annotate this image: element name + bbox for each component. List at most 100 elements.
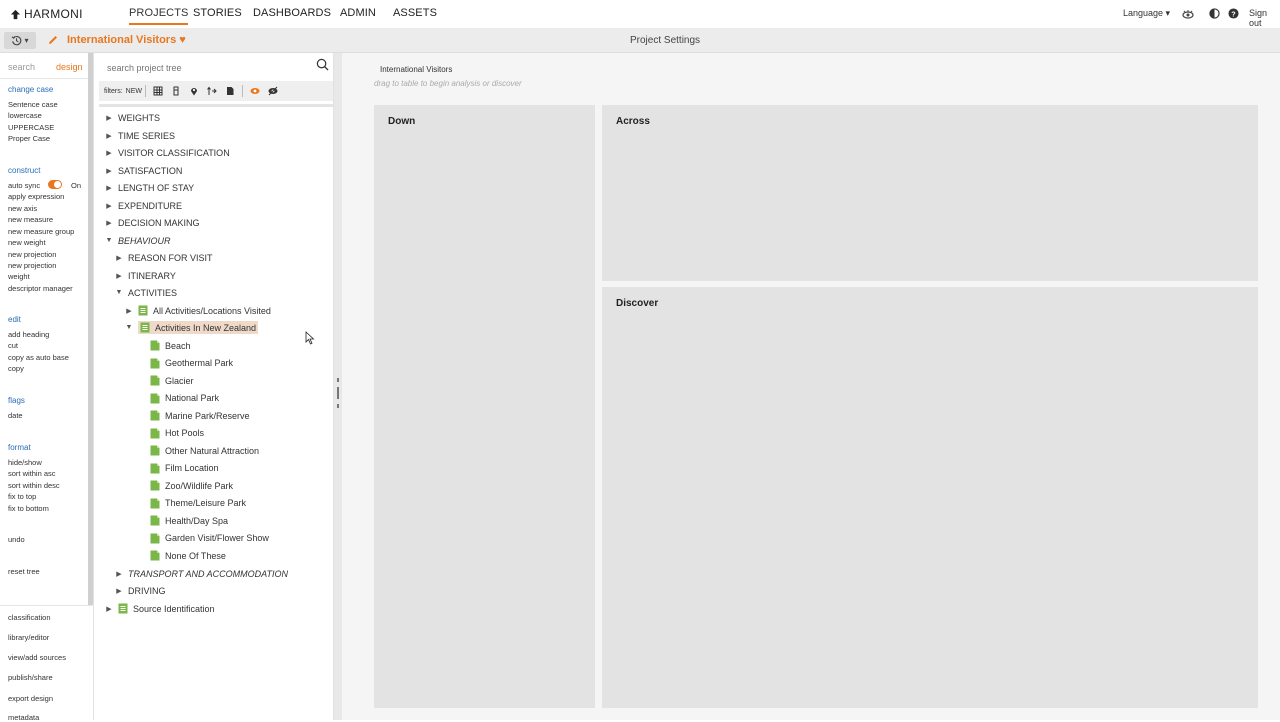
expand-icon[interactable]: ▶ <box>115 570 123 578</box>
expand-icon[interactable]: ▶ <box>125 307 133 315</box>
tree-node-source-identification[interactable]: ▶ Source Identification <box>105 600 215 617</box>
view-add-sources-link[interactable]: view/add sources <box>8 653 66 662</box>
new-projection-weight-action[interactable]: new projection <box>8 261 56 270</box>
nav-admin[interactable]: ADMIN <box>340 7 376 19</box>
tree-node-weights[interactable]: ▶ WEIGHTS <box>105 109 160 126</box>
expand-icon[interactable]: ▶ <box>105 184 113 192</box>
expand-icon[interactable]: ▶ <box>105 149 113 157</box>
nav-dashboards[interactable]: DASHBOARDS <box>253 7 331 19</box>
search-icon[interactable] <box>316 58 329 71</box>
map-pin-icon[interactable] <box>189 86 199 96</box>
metadata-link[interactable]: metadata <box>8 713 39 722</box>
tree-node-satisfaction[interactable]: ▶ SATISFACTION <box>105 162 182 179</box>
project-title[interactable]: International Visitors ♥ <box>67 34 186 46</box>
drag-handle-icon[interactable] <box>337 378 339 408</box>
export-design-link[interactable]: export design <box>8 694 53 703</box>
proper-case-action[interactable]: Proper Case <box>8 134 50 143</box>
expand-icon[interactable]: ▶ <box>105 167 113 175</box>
show-hidden-icon[interactable] <box>268 86 278 96</box>
tab-design[interactable]: design <box>56 62 83 72</box>
across-drop-zone[interactable]: Across <box>602 105 1258 281</box>
undo-action[interactable]: undo <box>8 535 25 544</box>
copy-as-auto-base-action[interactable]: copy as auto base <box>8 353 69 362</box>
help-icon[interactable]: ? <box>1228 8 1239 19</box>
tree-leaf-node[interactable]: National Park <box>150 390 219 407</box>
apply-expression-action[interactable]: apply expression <box>8 192 64 201</box>
nav-assets[interactable]: ASSETS <box>393 7 437 19</box>
lowercase-action[interactable]: lowercase <box>8 111 42 120</box>
fix-to-top-action[interactable]: fix to top <box>8 492 36 501</box>
pencil-icon[interactable] <box>47 34 59 46</box>
expand-icon[interactable]: ▶ <box>105 219 113 227</box>
tree-node-expenditure[interactable]: ▶ EXPENDITURE <box>105 197 182 214</box>
history-button[interactable]: ▾ <box>4 32 36 49</box>
panel-splitter[interactable] <box>334 53 342 720</box>
expand-icon[interactable]: ▶ <box>105 114 113 122</box>
tree-node-time-series[interactable]: ▶ TIME SERIES <box>105 127 175 144</box>
tree-node-visitor-classification[interactable]: ▶ VISITOR CLASSIFICATION <box>105 144 229 161</box>
fix-to-bottom-action[interactable]: fix to bottom <box>8 504 49 513</box>
tree-leaf-node[interactable]: Theme/Leisure Park <box>150 495 246 512</box>
tree-leaf-node[interactable]: Beach <box>150 337 191 354</box>
hide-show-action[interactable]: hide/show <box>8 458 42 467</box>
language-selector[interactable]: Language ▾ <box>1123 8 1170 19</box>
collapse-icon[interactable]: ▼ <box>115 289 123 297</box>
expand-icon[interactable]: ▶ <box>105 132 113 140</box>
tree-leaf-node[interactable]: Hot Pools <box>150 425 204 442</box>
new-measure-action[interactable]: new measure <box>8 215 53 224</box>
cut-action[interactable]: cut <box>8 341 18 350</box>
add-heading-action[interactable]: add heading <box>8 330 49 339</box>
sign-out-link[interactable]: Sign out <box>1249 8 1280 28</box>
tree-leaf-node[interactable]: Health/Day Spa <box>150 512 228 529</box>
weight-action[interactable]: weight <box>8 272 30 281</box>
uppercase-action[interactable]: UPPERCASE <box>8 123 54 132</box>
show-visible-icon[interactable] <box>250 86 260 96</box>
expand-icon[interactable]: ▶ <box>115 254 123 262</box>
sort-asc-action[interactable]: sort within asc <box>8 469 56 478</box>
collapse-icon[interactable]: ▼ <box>105 237 113 245</box>
discover-drop-zone[interactable]: Discover <box>602 287 1258 708</box>
tree-node-length-of-stay[interactable]: ▶ LENGTH OF STAY <box>105 179 194 196</box>
tree-leaf-node[interactable]: Glacier <box>150 372 194 389</box>
tree-node-transport[interactable]: ▶ TRANSPORT AND ACCOMMODATION <box>115 565 288 582</box>
new-projection-action[interactable]: new projection <box>8 250 56 259</box>
contrast-icon[interactable] <box>1209 8 1220 19</box>
expand-icon[interactable]: ▶ <box>115 272 123 280</box>
new-axis-action[interactable]: new axis <box>8 204 37 213</box>
tree-leaf-node[interactable]: Other Natural Attraction <box>150 442 259 459</box>
tab-search[interactable]: search <box>8 62 35 72</box>
harmoni-logo[interactable]: HARMONI <box>10 7 83 21</box>
publish-share-link[interactable]: publish/share <box>8 673 53 682</box>
tree-leaf-node[interactable]: Garden Visit/Flower Show <box>150 530 269 547</box>
sentence-case-action[interactable]: Sentence case <box>8 100 58 109</box>
nav-projects[interactable]: PROJECTS <box>129 7 189 25</box>
descriptor-manager-action[interactable]: descriptor manager <box>8 284 73 293</box>
tree-leaf-node[interactable]: Geothermal Park <box>150 355 233 372</box>
copy-action[interactable]: copy <box>8 364 24 373</box>
tree-node-itinerary[interactable]: ▶ ITINERARY <box>115 267 176 284</box>
down-drop-zone[interactable]: Down <box>374 105 595 708</box>
expand-icon[interactable]: ▶ <box>115 587 123 595</box>
tree-leaf-node[interactable]: None Of These <box>150 547 226 564</box>
axis-icon[interactable] <box>207 86 217 96</box>
expand-icon[interactable]: ▶ <box>105 605 113 613</box>
eye-icon[interactable] <box>1182 8 1194 20</box>
grid-icon[interactable] <box>153 86 163 96</box>
expand-icon[interactable]: ▶ <box>105 202 113 210</box>
collapse-icon[interactable]: ▼ <box>125 324 133 332</box>
column-icon[interactable] <box>171 86 181 96</box>
tree-leaf-node[interactable]: Film Location <box>150 460 219 477</box>
search-project-tree-input[interactable] <box>107 62 307 74</box>
tree-node-driving[interactable]: ▶ DRIVING <box>115 582 165 599</box>
tree-leaf-node[interactable]: Zoo/Wildlife Park <box>150 477 233 494</box>
auto-sync-toggle[interactable] <box>48 180 62 189</box>
sort-desc-action[interactable]: sort within desc <box>8 481 60 490</box>
tree-node-reason-for-visit[interactable]: ▶ REASON FOR VISIT <box>115 249 212 266</box>
heart-icon[interactable]: ♥ <box>179 34 186 46</box>
library-editor-link[interactable]: library/editor <box>8 633 49 642</box>
new-measure-group-action[interactable]: new measure group <box>8 227 74 236</box>
nav-stories[interactable]: STORIES <box>193 7 242 19</box>
tree-node-activities[interactable]: ▼ ACTIVITIES <box>115 284 177 301</box>
tree-node-decision-making[interactable]: ▶ DECISION MAKING <box>105 214 199 231</box>
project-settings-link[interactable]: Project Settings <box>630 35 700 46</box>
